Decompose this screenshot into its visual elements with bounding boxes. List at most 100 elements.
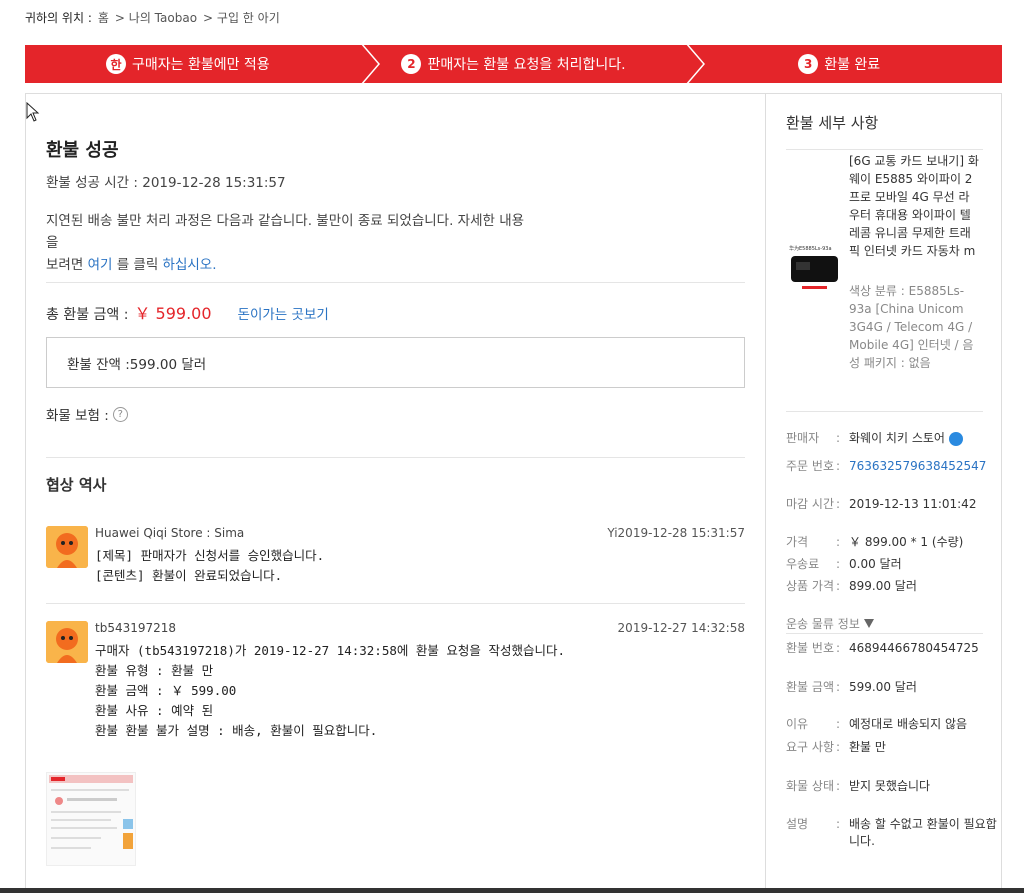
message-body: [제목] 판매자가 신청서를 승인했습니다. [콘텐츠] 환불이 완료되었습니다… (95, 548, 325, 583)
refund-status-panel: 환불 성공 환불 성공 시간 : 2019-12-28 15:31:57 지연된… (26, 94, 765, 893)
breadcrumb-lead: 귀하의 위치 : (25, 11, 92, 25)
refund-success-time: 환불 성공 시간 : 2019-12-28 15:31:57 (46, 175, 286, 191)
field-label: 요구 사항 (786, 740, 834, 754)
step-1: 한 구매자는 환불에만 적용 (25, 43, 380, 85)
avatar (46, 621, 88, 663)
seller-name[interactable]: 화웨이 치키 스토어 (849, 430, 999, 447)
chat-icon[interactable] (948, 431, 963, 446)
field-colon: : (836, 557, 841, 571)
desc-text: 을 (46, 235, 59, 251)
message-sender: tb543197218 (95, 621, 177, 635)
field-colon: : (836, 497, 841, 511)
breadcrumb: 귀하의 위치 : 홈 > 나의 Taobao > 구입 한 아기 (25, 9, 280, 26)
divider (46, 282, 745, 283)
total-refund-amount: ￥ 599.00 (134, 304, 212, 323)
field-colon: : (836, 579, 841, 593)
field-label: 우송료 (786, 557, 820, 571)
shipping-fee-value: 0.00 달러 (849, 557, 902, 571)
breadcrumb-home[interactable]: 홈 (98, 9, 109, 26)
logistics-toggle[interactable]: 운송 물류 정보 (786, 615, 874, 632)
field-colon: : (836, 717, 841, 731)
triangle-down-icon (863, 617, 874, 631)
reason-value: 예정대로 배송되지 않음 (849, 717, 968, 731)
refund-number-value: 46894466780454725 (849, 641, 979, 655)
step-label-1: 구매자는 환불에만 적용 (131, 57, 270, 73)
cargo-status-value: 받지 못했습니다 (849, 779, 931, 793)
product-name[interactable]: [6G 교통 카드 보내기] 화웨이 E5885 와이파이 2 프로 모바일 4… (849, 152, 979, 260)
order-number: 763632579638452547 (849, 458, 999, 475)
step-number-2: 2 (401, 54, 422, 74)
message-time: Yi2019-12-28 15:31:57 (607, 526, 745, 540)
step-2: 2 판매자는 환불 요청을 처리합니다. (351, 43, 706, 85)
refund-details-title: 환불 세부 사항 (786, 114, 879, 132)
field-label: 환불 번호 (786, 641, 834, 655)
history-message: tb543197218 2019-12-27 14:32:58 구매자 (tb5… (46, 621, 745, 751)
deadline-time: 2019-12-13 11:01:42 (849, 497, 977, 511)
field-colon: : (836, 817, 841, 831)
here-link[interactable]: 여기 (88, 257, 113, 273)
help-icon[interactable]: ? (112, 406, 128, 422)
order-number-link[interactable]: 763632579638452547 (849, 459, 986, 473)
field-label: 판매자 (786, 431, 820, 445)
field-label: 상품 가격 (786, 579, 834, 593)
seller-name-text: 화웨이 치키 스토어 (849, 431, 945, 445)
field-colon: : (836, 431, 841, 445)
field-label: 이유 (786, 717, 809, 731)
mouse-cursor-icon (26, 101, 40, 126)
step-label-2: 판매자는 환불 요청을 처리합니다. (427, 57, 626, 73)
field-colon: : (836, 740, 841, 754)
field-label: 주문 번호 (786, 459, 834, 473)
divider (786, 633, 983, 634)
field-label: 환불 금액 (786, 680, 834, 694)
step-number-3: 3 (798, 54, 819, 74)
main-panel: 환불 성공 환불 성공 시간 : 2019-12-28 15:31:57 지연된… (25, 93, 1002, 893)
avatar (46, 526, 88, 568)
desc-text: 보려면 (46, 257, 88, 273)
refund-balance: 환불 잔액 :599.00 달러 (67, 357, 207, 373)
freight-insurance-label: 화물 보험 : (46, 408, 109, 424)
total-refund-label: 총 환불 금액 : (46, 307, 129, 323)
svg-text:华为E5885Ls-93a: 华为E5885Ls-93a (789, 245, 832, 252)
item-price-value: 899.00 달러 (849, 579, 917, 593)
field-label: 마감 시간 (786, 497, 834, 511)
field-colon: : (836, 779, 841, 793)
evidence-image-thumbnail[interactable] (46, 772, 136, 866)
product-attributes: 색상 분류 : E5885Ls-93a [China Unicom 3G4G /… (849, 284, 974, 370)
message-time: 2019-12-27 14:32:58 (617, 621, 745, 635)
refund-details-sidebar: 환불 세부 사항 华为E5885Ls-93a [6G 교통 카드 보내기] 화웨… (765, 94, 1002, 893)
price-value: ￥ 899.00 * 1 (수량) (849, 535, 964, 549)
total-refund: 총 환불 금액 : ￥ 599.00 돈이가는 곳보기 (46, 300, 329, 324)
field-label: 설명 (786, 817, 809, 831)
divider (786, 149, 983, 150)
step-label-3: 환불 완료 (824, 57, 881, 73)
step-number-1: 한 (105, 54, 126, 74)
field-colon: : (836, 680, 841, 694)
refund-status-title: 환불 성공 (46, 140, 119, 161)
product-image[interactable]: 华为E5885Ls-93a (788, 244, 841, 296)
field-label: 화물 상태 (786, 779, 834, 793)
click-link[interactable]: 하십시오. (163, 257, 217, 273)
field-label: 가격 (786, 535, 809, 549)
progress-steps: 한 구매자는 환불에만 적용 2 판매자는 환불 요청을 처리합니다. 3 환불… (25, 43, 1002, 85)
freight-insurance: 화물 보험 : ? (46, 404, 128, 424)
divider (786, 411, 983, 412)
negotiation-history-title: 협상 역사 (46, 476, 107, 494)
logistics-label: 운송 물류 정보 (786, 617, 860, 631)
breadcrumb-my-taobao[interactable]: > 나의 Taobao (115, 9, 197, 26)
history-message: Huawei Qiqi Store : Sima Yi2019-12-28 15… (46, 526, 745, 596)
field-colon: : (836, 641, 841, 655)
refund-description: 지연된 배송 불만 처리 과정은 다음과 같습니다. 불만이 종료 되었습니다.… (46, 210, 576, 276)
field-colon: : (836, 535, 841, 549)
bottom-border (0, 888, 1024, 893)
refund-balance-box: 환불 잔액 :599.00 달러 (46, 337, 745, 388)
desc-text: 지연된 배송 불만 처리 과정은 다음과 같습니다. 불만이 종료 되었습니다.… (46, 213, 525, 229)
money-flow-link[interactable]: 돈이가는 곳보기 (238, 303, 329, 323)
message-body: 구매자 (tb543197218)가 2019-12-27 14:32:58에 … (95, 643, 565, 738)
refund-amount-value: 599.00 달러 (849, 680, 917, 694)
step-3: 3 환불 완료 (676, 45, 1002, 83)
message-sender: Huawei Qiqi Store : Sima (95, 526, 245, 540)
desc-text: 를 클릭 (112, 257, 163, 273)
breadcrumb-purchased[interactable]: > 구입 한 아기 (203, 9, 280, 26)
divider (46, 457, 745, 458)
requirement-value: 환불 만 (849, 740, 886, 754)
